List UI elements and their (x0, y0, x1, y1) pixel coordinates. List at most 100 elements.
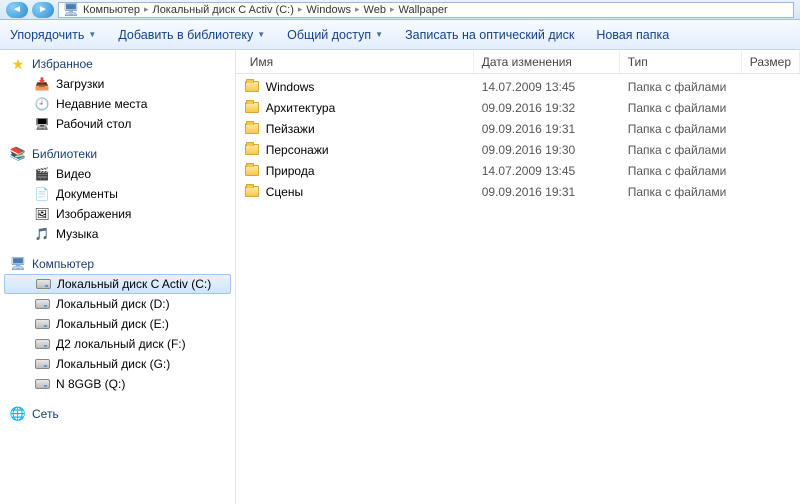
column-header-name[interactable]: Имя (236, 51, 474, 73)
file-row[interactable]: Природа 14.07.2009 13:45Папка с файлами (236, 160, 800, 181)
column-header-type[interactable]: Тип (620, 51, 742, 73)
drive-icon (35, 379, 50, 389)
star-icon: ★ (10, 56, 26, 72)
file-row[interactable]: Сцены09.09.2016 19:31Папка с файлами (236, 181, 800, 202)
sidebar-favorites[interactable]: ★ Избранное (0, 54, 235, 74)
computer-icon: 🖥 (10, 256, 26, 272)
sidebar-item-music[interactable]: 🎵 Музыка (0, 224, 235, 244)
drive-icon (35, 359, 50, 369)
share-menu[interactable]: Общий доступ ▼ (287, 28, 383, 42)
burn-button[interactable]: Записать на оптический диск (405, 28, 574, 42)
network-icon: 🌐 (10, 406, 26, 422)
file-name: Природа (266, 164, 315, 178)
video-icon: 🎬 (34, 166, 50, 182)
file-date: 14.07.2009 13:45 (474, 164, 620, 178)
file-type: Папка с файлами (620, 101, 742, 115)
sidebar-libraries[interactable]: 📚 Библиотеки (0, 144, 235, 164)
sidebar-item-label: Локальный диск (G:) (56, 357, 170, 371)
file-type: Папка с файлами (620, 185, 742, 199)
file-row[interactable]: Персонажи09.09.2016 19:30Папка с файлами (236, 139, 800, 160)
drive-icon (35, 319, 50, 329)
file-date: 09.09.2016 19:32 (474, 101, 620, 115)
burn-label: Записать на оптический диск (405, 28, 574, 42)
address-bar: ◄ ► 🖥 Компьютер ▸ Локальный диск C Activ… (0, 0, 800, 20)
sidebar-item-desktop[interactable]: 🖥 Рабочий стол (0, 114, 235, 134)
file-date: 14.07.2009 13:45 (474, 80, 620, 94)
sidebar-label: Библиотеки (32, 147, 97, 161)
organize-label: Упорядочить (10, 28, 84, 42)
new-folder-button[interactable]: Новая папка (596, 28, 669, 42)
chevron-right-icon: ▸ (144, 4, 149, 15)
share-label: Общий доступ (287, 28, 371, 42)
drive-icon (36, 279, 51, 289)
forward-button[interactable]: ► (32, 2, 54, 18)
recent-icon: 🕘 (34, 96, 50, 112)
file-row[interactable]: Windows14.07.2009 13:45Папка с файлами (236, 76, 800, 97)
file-type: Папка с файлами (620, 122, 742, 136)
sidebar-item-pictures[interactable]: 🖼 Изображения (0, 204, 235, 224)
sidebar-item-drive-f[interactable]: Д2 локальный диск (F:) (0, 334, 235, 354)
file-name: Персонажи (266, 143, 329, 157)
sidebar-item-downloads[interactable]: 📥 Загрузки (0, 74, 235, 94)
sidebar-item-label: Локальный диск (E:) (56, 317, 169, 331)
file-list[interactable]: Windows14.07.2009 13:45Папка с файламиАр… (236, 74, 800, 504)
organize-menu[interactable]: Упорядочить ▼ (10, 28, 96, 42)
sidebar-item-drive-c[interactable]: Локальный диск C Activ (C:) (4, 274, 231, 294)
file-date: 09.09.2016 19:31 (474, 122, 620, 136)
crumb[interactable]: Web (364, 4, 386, 16)
drive-icon (35, 299, 50, 309)
folder-icon (245, 144, 259, 155)
column-header-date[interactable]: Дата изменения (474, 51, 620, 73)
sidebar-label: Избранное (32, 57, 93, 71)
navigation-pane[interactable]: ★ Избранное 📥 Загрузки 🕘 Недавние места … (0, 50, 236, 504)
sidebar-item-label: Документы (56, 187, 118, 201)
sidebar-item-label: Видео (56, 167, 91, 181)
sidebar-item-label: Загрузки (56, 77, 104, 91)
music-icon: 🎵 (34, 226, 50, 242)
sidebar-item-label: Музыка (56, 227, 98, 241)
sidebar-item-videos[interactable]: 🎬 Видео (0, 164, 235, 184)
sidebar-item-label: Недавние места (56, 97, 147, 111)
file-type: Папка с файлами (620, 80, 742, 94)
back-button[interactable]: ◄ (6, 2, 28, 18)
crumb[interactable]: Wallpaper (399, 4, 448, 16)
file-row[interactable]: Архитектура 09.09.2016 19:32Папка с файла… (236, 97, 800, 118)
crumb[interactable]: Windows (306, 4, 351, 16)
sidebar-item-drive-g[interactable]: Локальный диск (G:) (0, 354, 235, 374)
sidebar-item-documents[interactable]: 📄 Документы (0, 184, 235, 204)
libraries-icon: 📚 (10, 146, 26, 162)
chevron-down-icon: ▼ (375, 30, 383, 39)
sidebar-item-drive-d[interactable]: Локальный диск (D:) (0, 294, 235, 314)
crumb[interactable]: Компьютер (83, 4, 140, 16)
chevron-down-icon: ▼ (257, 30, 265, 39)
sidebar-item-label: Локальный диск C Activ (C:) (57, 277, 211, 291)
file-row[interactable]: Пейзажи09.09.2016 19:31Папка с файлами (236, 118, 800, 139)
drive-icon (35, 339, 50, 349)
sidebar-item-drive-e[interactable]: Локальный диск (E:) (0, 314, 235, 334)
sidebar-item-label: Локальный диск (D:) (56, 297, 170, 311)
file-date: 09.09.2016 19:30 (474, 143, 620, 157)
column-header-size[interactable]: Размер (742, 51, 800, 73)
sidebar-item-label: Д2 локальный диск (F:) (56, 337, 186, 351)
add-library-menu[interactable]: Добавить в библиотеку ▼ (118, 28, 265, 42)
column-headers: Имя Дата изменения Тип Размер (236, 50, 800, 74)
sidebar-network[interactable]: 🌐 Сеть (0, 404, 235, 424)
sidebar-item-label: Изображения (56, 207, 131, 221)
sidebar-item-recent[interactable]: 🕘 Недавние места (0, 94, 235, 114)
pictures-icon: 🖼 (34, 206, 50, 222)
file-date: 09.09.2016 19:31 (474, 185, 620, 199)
chevron-right-icon: ▸ (355, 4, 360, 15)
file-name: Архитектура (266, 101, 336, 115)
sidebar-item-label: Рабочий стол (56, 117, 131, 131)
sidebar-computer[interactable]: 🖥 Компьютер (0, 254, 235, 274)
folder-icon (245, 165, 259, 176)
sidebar-label: Компьютер (32, 257, 94, 271)
folder-icon (245, 186, 259, 197)
add-library-label: Добавить в библиотеку (118, 28, 253, 42)
chevron-right-icon: ▸ (298, 4, 303, 15)
breadcrumb[interactable]: 🖥 Компьютер ▸ Локальный диск C Activ (C:… (58, 2, 794, 18)
chevron-down-icon: ▼ (88, 30, 96, 39)
file-type: Папка с файлами (620, 164, 742, 178)
sidebar-item-drive-q[interactable]: N 8GGB (Q:) (0, 374, 235, 394)
crumb[interactable]: Локальный диск C Activ (C:) (152, 4, 293, 16)
